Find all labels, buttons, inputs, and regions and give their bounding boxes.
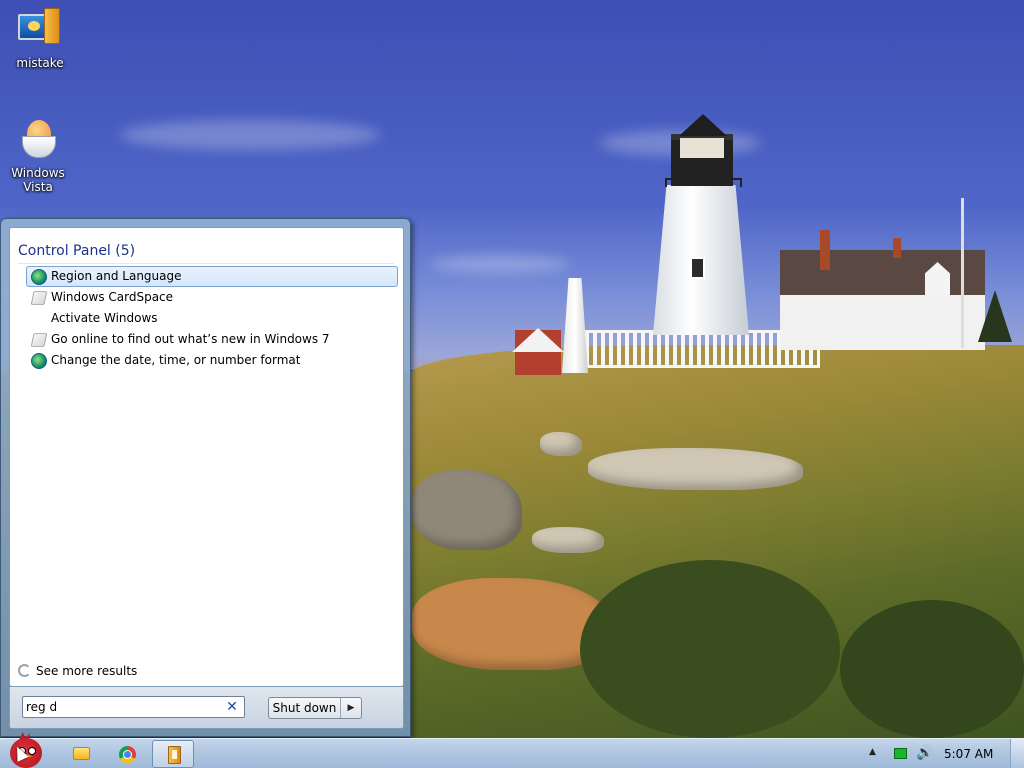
result-label: Windows CardSpace [51,290,174,304]
shutdown-options-arrow-icon[interactable]: ▶ [341,698,361,718]
lighthouse-cap [679,114,727,136]
result-windows-cardspace[interactable]: Windows CardSpace [26,287,398,308]
lighthouse-window [690,257,705,279]
taskbar-explorer-button[interactable] [60,740,102,768]
shutdown-button[interactable]: Shut down [269,698,341,718]
search-results-pane: Control Panel (5) Region and Language Wi… [9,227,404,687]
lantern-glass [680,138,724,158]
cloud [120,120,380,150]
shrub [580,560,840,738]
globe-icon [31,353,47,369]
taskbar: ▲ 🔊 5:07 AM [0,732,1024,768]
result-activate-windows[interactable]: Activate Windows [26,308,398,329]
search-spinner-icon [18,664,31,677]
document-icon [30,333,48,347]
egg-cup-icon [16,118,60,162]
rock [412,470,522,550]
result-label: Go online to find out what’s new in Wind… [51,332,330,346]
folder-icon [73,747,90,760]
rock [540,432,582,456]
shrub [840,600,1024,738]
show-hidden-icons-arrow[interactable]: ▲ [869,747,876,757]
lighthouse-gallery [665,178,742,187]
results-list: Region and Language Windows CardSpace Ac… [26,266,398,371]
result-whats-new-windows-7[interactable]: Go online to find out what’s new in Wind… [26,329,398,350]
chimney [893,238,901,258]
start-menu-bottom-bar: ✕ Shut down ▶ [9,687,404,729]
globe-icon [31,269,47,285]
chimney [820,230,830,270]
results-group-title[interactable]: Control Panel (5) [18,243,394,264]
see-more-label: See more results [36,664,138,678]
bell-tower [562,278,588,373]
document-icon [30,291,48,305]
house-roof [780,250,985,300]
start-menu: Control Panel (5) Region and Language Wi… [0,218,411,737]
system-tray: ▲ 🔊 5:07 AM [860,739,1024,768]
bird-eye [28,747,36,755]
keepers-house [780,295,985,350]
result-region-and-language[interactable]: Region and Language [26,266,398,287]
desktop-icon-label: Windows Vista [11,166,65,194]
volume-icon[interactable]: 🔊 [916,745,933,761]
clock[interactable]: 5:07 AM [944,747,993,761]
taskbar-chrome-button[interactable] [106,740,148,768]
clear-search-icon[interactable]: ✕ [224,699,240,715]
taskbar-app-button[interactable] [152,740,194,768]
result-change-date-time-format[interactable]: Change the date, time, or number format [26,350,398,371]
app-icon [168,746,181,764]
see-more-results-link[interactable]: See more results [18,663,137,679]
desktop-icon-windows-vista[interactable]: Windows Vista [0,118,76,194]
rock [588,448,803,490]
start-search-box[interactable]: ✕ [22,696,245,718]
desktop-icon-mistake[interactable]: mistake [2,8,78,70]
flag-pole [961,198,964,348]
result-label: Change the date, time, or number format [51,353,301,367]
chrome-icon [119,746,136,763]
desktop-icon-label: mistake [16,56,64,70]
result-label: Region and Language [51,269,182,283]
network-icon[interactable] [894,748,907,759]
computer-app-icon [18,8,62,52]
show-desktop-button[interactable] [1010,739,1024,768]
start-search-input[interactable] [26,699,216,715]
result-label: Activate Windows [51,311,158,325]
rock [532,527,604,553]
cloud [430,255,570,273]
shutdown-button-group: Shut down ▶ [268,697,362,719]
